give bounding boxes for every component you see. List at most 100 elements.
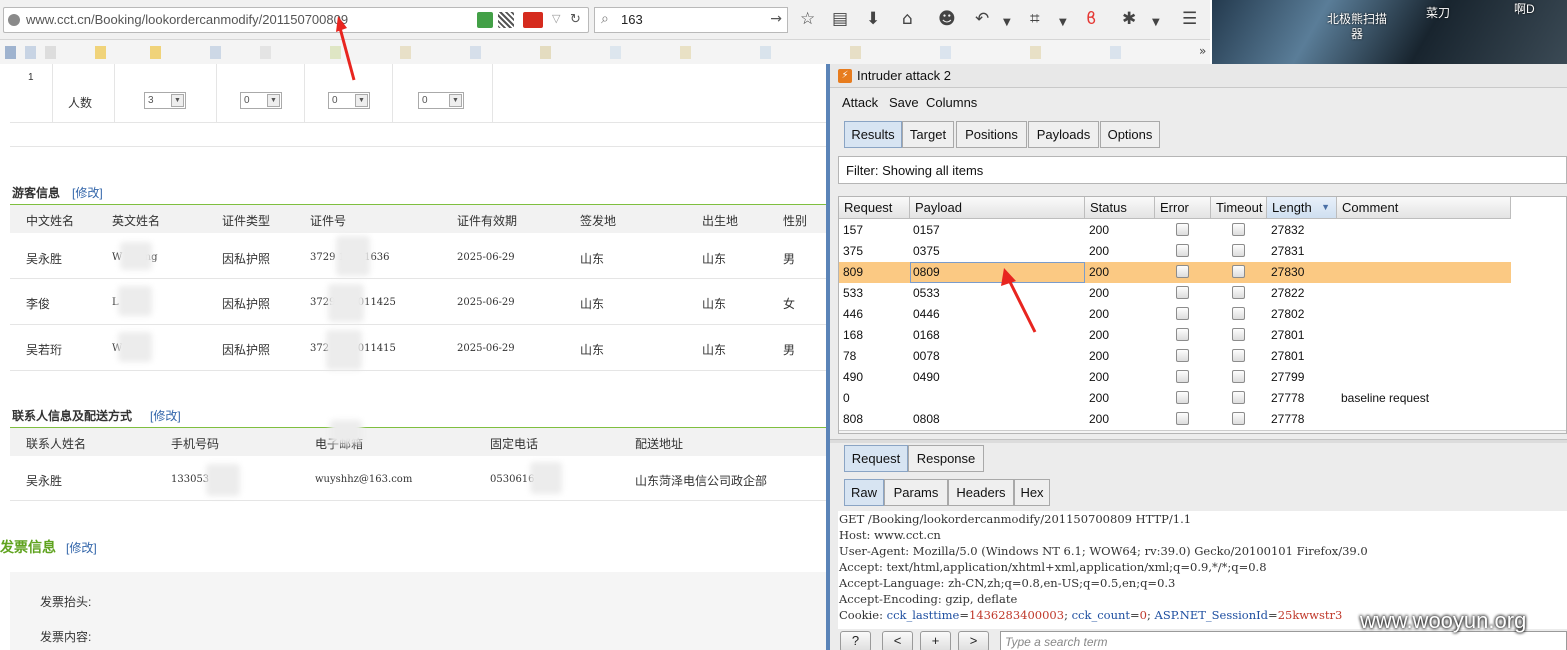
reload-icon[interactable]: ↻ xyxy=(570,12,586,28)
help-button[interactable]: ? xyxy=(840,631,871,650)
cell-length: 27822 xyxy=(1271,286,1305,300)
previous-button[interactable]: < xyxy=(882,631,913,650)
tourist-edit-link[interactable]: [修改] xyxy=(72,184,103,201)
result-row[interactable]: 808 0808 200 27778 xyxy=(839,409,1511,430)
address-bar[interactable]: www.cct.cn/Booking/lookordercanmodify/20… xyxy=(3,7,589,33)
search-box[interactable]: ⌕ 163 → xyxy=(594,7,788,33)
horizontal-scrollbar[interactable] xyxy=(839,430,1566,433)
tab-target[interactable]: Target xyxy=(902,121,954,148)
bookmark-item[interactable] xyxy=(760,46,771,59)
column-header-error[interactable]: Error xyxy=(1155,197,1211,219)
result-row[interactable]: 490 0490 200 27799 xyxy=(839,367,1511,388)
result-row[interactable]: 78 0078 200 27801 xyxy=(839,346,1511,367)
desktop-icon-label[interactable]: 菜刀 xyxy=(1426,4,1450,21)
shield-icon[interactable] xyxy=(477,12,493,28)
result-row[interactable]: 809 0809 200 27830 xyxy=(839,262,1511,283)
undo-icon[interactable]: ↶ xyxy=(975,9,989,29)
flag-icon[interactable] xyxy=(523,12,543,28)
search-go-icon[interactable]: → xyxy=(770,11,782,27)
tab-params[interactable]: Params xyxy=(884,479,948,506)
tab-options[interactable]: Options xyxy=(1100,121,1160,148)
chat-icon[interactable]: ☻ xyxy=(938,9,956,29)
dropdown-icon[interactable]: ▽ xyxy=(552,12,568,28)
bookmark-item[interactable] xyxy=(940,46,951,59)
bookmark-item[interactable] xyxy=(680,46,691,59)
tab-hex[interactable]: Hex xyxy=(1014,479,1050,506)
desktop-icon-label[interactable]: 北极熊扫描器 xyxy=(1322,12,1392,42)
tab-payloads[interactable]: Payloads xyxy=(1028,121,1099,148)
column-header-request[interactable]: Request xyxy=(839,197,910,219)
bookmark-item[interactable] xyxy=(610,46,621,59)
request-header: Accept-Language: zh-CN,zh;q=0.8,en-US;q=… xyxy=(839,576,1176,590)
tourist-birth: 山东 xyxy=(702,297,727,311)
filter-bar[interactable]: Filter: Showing all items xyxy=(838,156,1567,184)
result-row[interactable]: 446 0446 200 27802 xyxy=(839,304,1511,325)
search-query[interactable]: 163 xyxy=(621,12,643,27)
adult-count-select[interactable]: 3 ▼ xyxy=(144,92,186,109)
tab-headers[interactable]: Headers xyxy=(948,479,1014,506)
column-header-comment[interactable]: Comment xyxy=(1337,197,1511,219)
column-header-payload[interactable]: Payload xyxy=(910,197,1085,219)
address-text[interactable]: www.cct.cn/Booking/lookordercanmodify/20… xyxy=(26,12,348,27)
column-header-status[interactable]: Status xyxy=(1085,197,1155,219)
split-divider[interactable] xyxy=(830,439,1567,443)
tourist-cn-name: 李俊 xyxy=(26,297,51,311)
menu-columns[interactable]: Columns xyxy=(926,95,977,110)
bookmarks-overflow-icon[interactable]: » xyxy=(1199,44,1206,58)
bookmark-item[interactable] xyxy=(400,46,411,59)
bookmark-item[interactable] xyxy=(25,46,36,59)
next-button[interactable]: > xyxy=(958,631,989,650)
divider xyxy=(10,146,826,147)
dropdown-icon[interactable]: ▼ xyxy=(1152,13,1160,33)
result-row[interactable]: 157 0157 200 27832 xyxy=(839,220,1511,241)
bug-icon[interactable]: ✱ xyxy=(1122,9,1136,29)
bookmark-folder-icon[interactable] xyxy=(95,46,106,59)
tab-request[interactable]: Request xyxy=(844,445,908,472)
bookmark-folder-icon[interactable] xyxy=(150,46,161,59)
addon-icon[interactable]: ϐ xyxy=(1086,9,1096,29)
bookmark-item[interactable] xyxy=(260,46,271,59)
tab-raw[interactable]: Raw xyxy=(844,479,884,506)
qrcode-icon[interactable] xyxy=(498,12,514,28)
senior-count-select[interactable]: 0 ▼ xyxy=(418,92,464,109)
tab-positions[interactable]: Positions xyxy=(956,121,1027,148)
menu-icon[interactable]: ☰ xyxy=(1182,9,1197,29)
star-icon[interactable]: ☆ xyxy=(800,9,815,29)
cell-request: 809 xyxy=(843,265,864,279)
dropdown-icon[interactable]: ▼ xyxy=(1003,13,1011,33)
download-icon[interactable]: ⬇ xyxy=(866,9,880,29)
menu-save[interactable]: Save xyxy=(889,95,919,110)
bookmark-item[interactable] xyxy=(1110,46,1121,59)
crop-icon[interactable]: ⌗ xyxy=(1030,9,1040,29)
infant-count-select[interactable]: 0 ▼ xyxy=(328,92,370,109)
filter-text[interactable]: Filter: Showing all items xyxy=(846,163,983,178)
bookmark-item[interactable] xyxy=(540,46,551,59)
request-line: GET /Booking/lookordercanmodify/20115070… xyxy=(839,512,1192,526)
result-row[interactable]: 0 200 27778 baseline request xyxy=(839,388,1511,409)
column-header-timeout[interactable]: Timeout xyxy=(1211,197,1267,219)
menu-attack[interactable]: Attack xyxy=(842,95,878,110)
bookmark-item[interactable] xyxy=(1030,46,1041,59)
desktop-icon-label[interactable]: 啊D xyxy=(1514,0,1535,17)
tab-response[interactable]: Response xyxy=(908,445,984,472)
tourist-gender: 女 xyxy=(783,297,796,311)
dropdown-icon[interactable]: ▼ xyxy=(1059,13,1067,33)
bookmark-item[interactable] xyxy=(210,46,221,59)
bookmark-item[interactable] xyxy=(5,46,16,59)
column-header-length[interactable]: Length ▼ xyxy=(1267,197,1337,219)
result-row[interactable]: 533 0533 200 27822 xyxy=(839,283,1511,304)
result-row[interactable]: 375 0375 200 27831 xyxy=(839,241,1511,262)
reading-list-icon[interactable]: ▤ xyxy=(832,9,848,29)
tab-results[interactable]: Results xyxy=(844,121,902,148)
contact-edit-link[interactable]: [修改] xyxy=(150,407,181,424)
add-button[interactable]: + xyxy=(920,631,951,650)
home-icon[interactable]: ⌂ xyxy=(902,9,913,29)
child-count-select[interactable]: 0 ▼ xyxy=(240,92,282,109)
result-row[interactable]: 168 0168 200 27801 xyxy=(839,325,1511,346)
cell-status: 200 xyxy=(1089,244,1110,258)
bookmark-item[interactable] xyxy=(470,46,481,59)
bookmark-item[interactable] xyxy=(45,46,56,59)
bookmark-item[interactable] xyxy=(850,46,861,59)
invoice-edit-link[interactable]: [修改] xyxy=(66,539,97,556)
cell-request: 533 xyxy=(843,286,864,300)
